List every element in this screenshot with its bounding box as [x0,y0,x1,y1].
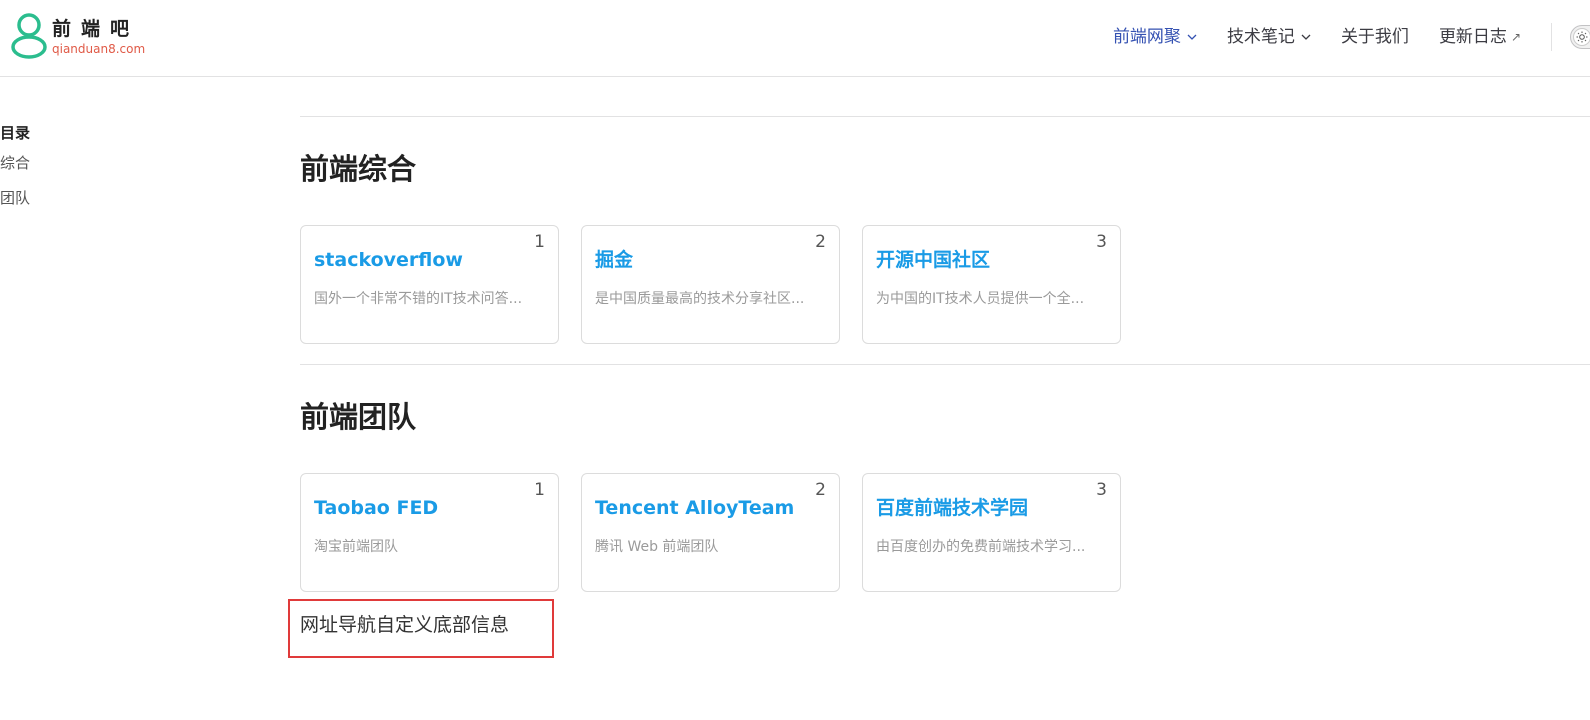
section-divider [300,116,1590,117]
card-index: 1 [534,480,545,500]
outline-link-frontend-general[interactable]: 端综合 [0,146,120,181]
logo-mark-icon [11,13,47,59]
logo-domain: qianduan8.com [52,42,146,56]
nav-item-label: 前端网聚 [1112,27,1181,47]
theme-toggle-knob [1573,28,1590,46]
card-index: 3 [1096,232,1107,252]
nav-item-changelog[interactable]: 更新日志 ↗ [1439,24,1521,50]
card-grid-frontend-teams: 1 Taobao FED 淘宝前端团队 2 Tencent AlloyTeam … [300,473,1590,592]
nav-item-label: 关于我们 [1340,27,1409,47]
card-index: 3 [1096,480,1107,500]
site-card[interactable]: 3 开源中国社区 为中国的IT技术人员提供一个全... [862,225,1121,344]
site-card[interactable]: 1 Taobao FED 淘宝前端团队 [300,473,559,592]
card-description: 由百度创办的免费前端技术学习... [876,539,1086,555]
main-content: 前端综合 1 stackoverflow 国外一个非常不错的IT技术问答... … [300,116,1590,612]
page-outline-sidebar: 页目录 端综合 端团队 [0,120,120,216]
card-title: Tencent AlloyTeam [595,497,795,519]
card-title: 掘金 [595,249,634,271]
card-title: Taobao FED [314,497,439,519]
card-description: 为中国的IT技术人员提供一个全... [876,291,1085,307]
section-divider [300,364,1590,365]
site-card[interactable]: 3 百度前端技术学园 由百度创办的免费前端技术学习... [862,473,1121,592]
card-description: 国外一个非常不错的IT技术问答... [314,291,523,307]
logo-title: 前端吧 [52,18,140,40]
nav-item-label: 技术笔记 [1226,27,1295,47]
card-grid-frontend-general: 1 stackoverflow 国外一个非常不错的IT技术问答... 2 掘金 … [300,225,1590,344]
nav-item-label: 更新日志 [1438,27,1507,47]
card-index: 2 [815,232,826,252]
outline-link-frontend-teams[interactable]: 端团队 [0,181,120,216]
chevron-down-icon [1187,34,1197,40]
section-title-frontend-teams: 前端团队 [300,400,417,434]
footer-info-text: 网址导航自定义底部信息 [300,614,510,636]
nav-item-tech-notes[interactable]: 技术笔记 [1227,24,1311,50]
site-card[interactable]: 1 stackoverflow 国外一个非常不错的IT技术问答... [300,225,559,344]
card-index: 1 [534,232,545,252]
card-index: 2 [815,480,826,500]
section-title-frontend-general: 前端综合 [300,152,417,186]
logo-text: 前端吧 qianduan8.com [52,16,145,56]
card-title: 开源中国社区 [876,249,991,271]
site-logo[interactable]: 前端吧 qianduan8.com [10,12,145,60]
nav-item-frontend-hub[interactable]: 前端网聚 [1113,24,1197,50]
sun-icon [1576,31,1588,43]
card-title: stackoverflow [314,249,463,271]
top-navbar: 前端吧 qianduan8.com 前端网聚 技术笔记 关于我们 更新日志 ↗ [0,0,1590,77]
theme-toggle-switch[interactable] [1570,25,1590,49]
card-title: 百度前端技术学园 [876,497,1029,519]
nav-divider [1551,23,1552,51]
site-card[interactable]: 2 Tencent AlloyTeam 腾讯 Web 前端团队 [581,473,840,592]
card-description: 是中国质量最高的技术分享社区... [595,291,805,307]
nav-item-about-us[interactable]: 关于我们 [1341,24,1409,50]
main-nav: 前端网聚 技术笔记 关于我们 更新日志 ↗ [1113,23,1590,51]
outline-title: 页目录 [0,124,31,142]
card-description: 淘宝前端团队 [314,539,398,555]
external-link-icon: ↗ [1510,30,1521,44]
chevron-down-icon [1301,34,1311,40]
site-card[interactable]: 2 掘金 是中国质量最高的技术分享社区... [581,225,840,344]
card-description: 腾讯 Web 前端团队 [595,539,719,555]
